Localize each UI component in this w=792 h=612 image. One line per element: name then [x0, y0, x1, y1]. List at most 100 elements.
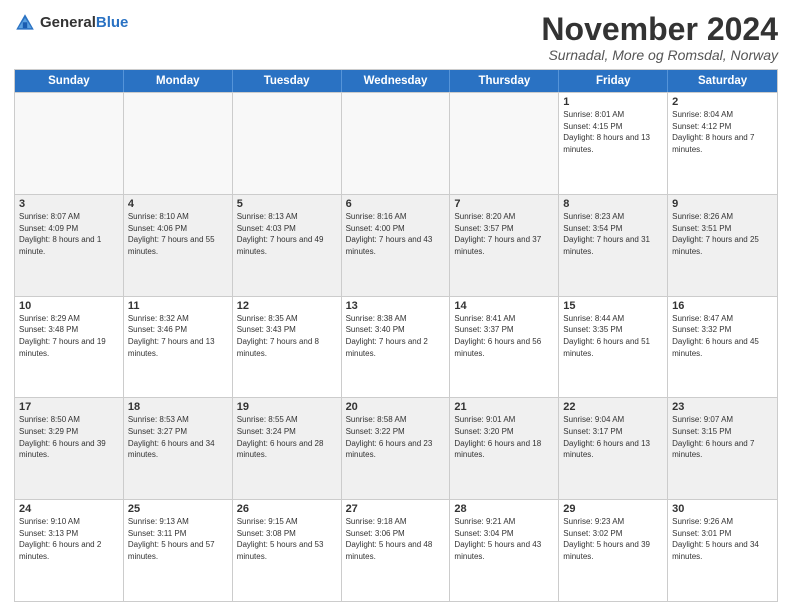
calendar-cell: 28Sunrise: 9:21 AM Sunset: 3:04 PM Dayli… — [450, 500, 559, 601]
day-info: Sunrise: 8:44 AM Sunset: 3:35 PM Dayligh… — [563, 313, 663, 359]
weekday-header-wednesday: Wednesday — [342, 70, 451, 92]
day-info: Sunrise: 9:15 AM Sunset: 3:08 PM Dayligh… — [237, 516, 337, 562]
day-info: Sunrise: 9:07 AM Sunset: 3:15 PM Dayligh… — [672, 414, 773, 460]
day-number: 30 — [672, 503, 773, 515]
day-info: Sunrise: 8:01 AM Sunset: 4:15 PM Dayligh… — [563, 109, 663, 155]
weekday-header-tuesday: Tuesday — [233, 70, 342, 92]
day-number: 8 — [563, 198, 663, 210]
day-info: Sunrise: 9:26 AM Sunset: 3:01 PM Dayligh… — [672, 516, 773, 562]
calendar-cell — [233, 93, 342, 194]
logo-area: GeneralBlue — [14, 12, 128, 34]
day-number: 9 — [672, 198, 773, 210]
day-number: 16 — [672, 300, 773, 312]
calendar-cell: 23Sunrise: 9:07 AM Sunset: 3:15 PM Dayli… — [668, 398, 777, 499]
day-number: 27 — [346, 503, 446, 515]
day-number: 4 — [128, 198, 228, 210]
calendar-cell: 19Sunrise: 8:55 AM Sunset: 3:24 PM Dayli… — [233, 398, 342, 499]
calendar-row-4: 17Sunrise: 8:50 AM Sunset: 3:29 PM Dayli… — [15, 397, 777, 499]
logo-general: General — [40, 14, 96, 31]
day-number: 19 — [237, 401, 337, 413]
day-number: 12 — [237, 300, 337, 312]
day-info: Sunrise: 8:26 AM Sunset: 3:51 PM Dayligh… — [672, 211, 773, 257]
calendar-cell — [450, 93, 559, 194]
day-info: Sunrise: 8:47 AM Sunset: 3:32 PM Dayligh… — [672, 313, 773, 359]
day-info: Sunrise: 8:38 AM Sunset: 3:40 PM Dayligh… — [346, 313, 446, 359]
month-title: November 2024 — [541, 12, 778, 47]
calendar-cell: 9Sunrise: 8:26 AM Sunset: 3:51 PM Daylig… — [668, 195, 777, 296]
weekday-header-sunday: Sunday — [15, 70, 124, 92]
calendar-cell: 12Sunrise: 8:35 AM Sunset: 3:43 PM Dayli… — [233, 297, 342, 398]
day-info: Sunrise: 8:35 AM Sunset: 3:43 PM Dayligh… — [237, 313, 337, 359]
day-number: 22 — [563, 401, 663, 413]
day-number: 14 — [454, 300, 554, 312]
top-section: GeneralBlue November 2024 Surnadal, More… — [14, 12, 778, 63]
calendar-cell: 3Sunrise: 8:07 AM Sunset: 4:09 PM Daylig… — [15, 195, 124, 296]
day-info: Sunrise: 8:23 AM Sunset: 3:54 PM Dayligh… — [563, 211, 663, 257]
page: GeneralBlue November 2024 Surnadal, More… — [0, 0, 792, 612]
calendar: SundayMondayTuesdayWednesdayThursdayFrid… — [14, 69, 778, 602]
day-number: 2 — [672, 96, 773, 108]
calendar-cell: 17Sunrise: 8:50 AM Sunset: 3:29 PM Dayli… — [15, 398, 124, 499]
calendar-cell: 11Sunrise: 8:32 AM Sunset: 3:46 PM Dayli… — [124, 297, 233, 398]
day-number: 3 — [19, 198, 119, 210]
calendar-cell: 16Sunrise: 8:47 AM Sunset: 3:32 PM Dayli… — [668, 297, 777, 398]
day-number: 15 — [563, 300, 663, 312]
day-number: 21 — [454, 401, 554, 413]
day-info: Sunrise: 8:29 AM Sunset: 3:48 PM Dayligh… — [19, 313, 119, 359]
day-info: Sunrise: 8:55 AM Sunset: 3:24 PM Dayligh… — [237, 414, 337, 460]
calendar-cell: 30Sunrise: 9:26 AM Sunset: 3:01 PM Dayli… — [668, 500, 777, 601]
weekday-header-thursday: Thursday — [450, 70, 559, 92]
calendar-cell: 4Sunrise: 8:10 AM Sunset: 4:06 PM Daylig… — [124, 195, 233, 296]
calendar-cell: 25Sunrise: 9:13 AM Sunset: 3:11 PM Dayli… — [124, 500, 233, 601]
day-number: 24 — [19, 503, 119, 515]
day-info: Sunrise: 9:21 AM Sunset: 3:04 PM Dayligh… — [454, 516, 554, 562]
day-number: 25 — [128, 503, 228, 515]
calendar-cell: 13Sunrise: 8:38 AM Sunset: 3:40 PM Dayli… — [342, 297, 451, 398]
day-number: 5 — [237, 198, 337, 210]
day-number: 29 — [563, 503, 663, 515]
day-info: Sunrise: 8:13 AM Sunset: 4:03 PM Dayligh… — [237, 211, 337, 257]
calendar-cell: 8Sunrise: 8:23 AM Sunset: 3:54 PM Daylig… — [559, 195, 668, 296]
day-info: Sunrise: 8:16 AM Sunset: 4:00 PM Dayligh… — [346, 211, 446, 257]
day-info: Sunrise: 9:13 AM Sunset: 3:11 PM Dayligh… — [128, 516, 228, 562]
day-number: 6 — [346, 198, 446, 210]
weekday-header-saturday: Saturday — [668, 70, 777, 92]
location-subtitle: Surnadal, More og Romsdal, Norway — [541, 47, 778, 63]
calendar-cell — [342, 93, 451, 194]
day-info: Sunrise: 8:53 AM Sunset: 3:27 PM Dayligh… — [128, 414, 228, 460]
calendar-row-3: 10Sunrise: 8:29 AM Sunset: 3:48 PM Dayli… — [15, 296, 777, 398]
day-info: Sunrise: 8:07 AM Sunset: 4:09 PM Dayligh… — [19, 211, 119, 257]
logo-icon — [14, 12, 36, 34]
day-info: Sunrise: 8:32 AM Sunset: 3:46 PM Dayligh… — [128, 313, 228, 359]
day-number: 11 — [128, 300, 228, 312]
day-info: Sunrise: 9:01 AM Sunset: 3:20 PM Dayligh… — [454, 414, 554, 460]
day-info: Sunrise: 9:23 AM Sunset: 3:02 PM Dayligh… — [563, 516, 663, 562]
day-info: Sunrise: 8:04 AM Sunset: 4:12 PM Dayligh… — [672, 109, 773, 155]
day-info: Sunrise: 8:58 AM Sunset: 3:22 PM Dayligh… — [346, 414, 446, 460]
weekday-header-friday: Friday — [559, 70, 668, 92]
day-info: Sunrise: 9:18 AM Sunset: 3:06 PM Dayligh… — [346, 516, 446, 562]
calendar-cell — [15, 93, 124, 194]
calendar-cell: 24Sunrise: 9:10 AM Sunset: 3:13 PM Dayli… — [15, 500, 124, 601]
calendar-cell: 26Sunrise: 9:15 AM Sunset: 3:08 PM Dayli… — [233, 500, 342, 601]
logo-text: GeneralBlue — [40, 14, 128, 32]
calendar-cell: 7Sunrise: 8:20 AM Sunset: 3:57 PM Daylig… — [450, 195, 559, 296]
calendar-cell: 10Sunrise: 8:29 AM Sunset: 3:48 PM Dayli… — [15, 297, 124, 398]
day-info: Sunrise: 8:10 AM Sunset: 4:06 PM Dayligh… — [128, 211, 228, 257]
calendar-cell: 15Sunrise: 8:44 AM Sunset: 3:35 PM Dayli… — [559, 297, 668, 398]
day-info: Sunrise: 8:50 AM Sunset: 3:29 PM Dayligh… — [19, 414, 119, 460]
calendar-cell: 21Sunrise: 9:01 AM Sunset: 3:20 PM Dayli… — [450, 398, 559, 499]
day-number: 26 — [237, 503, 337, 515]
day-info: Sunrise: 8:41 AM Sunset: 3:37 PM Dayligh… — [454, 313, 554, 359]
calendar-cell: 14Sunrise: 8:41 AM Sunset: 3:37 PM Dayli… — [450, 297, 559, 398]
day-number: 23 — [672, 401, 773, 413]
calendar-row-1: 1Sunrise: 8:01 AM Sunset: 4:15 PM Daylig… — [15, 92, 777, 194]
day-number: 28 — [454, 503, 554, 515]
calendar-cell: 2Sunrise: 8:04 AM Sunset: 4:12 PM Daylig… — [668, 93, 777, 194]
calendar-header: SundayMondayTuesdayWednesdayThursdayFrid… — [15, 70, 777, 92]
calendar-cell: 27Sunrise: 9:18 AM Sunset: 3:06 PM Dayli… — [342, 500, 451, 601]
calendar-cell: 6Sunrise: 8:16 AM Sunset: 4:00 PM Daylig… — [342, 195, 451, 296]
day-number: 7 — [454, 198, 554, 210]
day-info: Sunrise: 8:20 AM Sunset: 3:57 PM Dayligh… — [454, 211, 554, 257]
day-number: 18 — [128, 401, 228, 413]
